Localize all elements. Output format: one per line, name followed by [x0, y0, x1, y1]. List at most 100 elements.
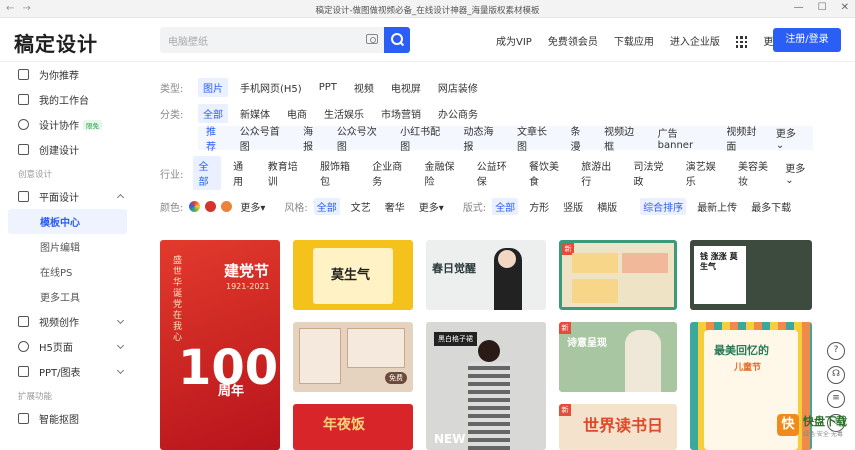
subcategory-option[interactable]: 公众号首图	[236, 123, 293, 153]
vip-link[interactable]: 成为VIP	[496, 33, 532, 48]
help-icon[interactable]: ?	[827, 342, 845, 360]
industry-more-button[interactable]: 更多 ⌄	[785, 160, 813, 186]
style-option[interactable]: 奢华	[382, 198, 408, 215]
type-option[interactable]: 电视屏	[386, 78, 426, 97]
sidebar-sub-more-tools[interactable]: 更多工具	[0, 284, 135, 309]
template-card[interactable]: 新 世界读书日	[559, 404, 677, 450]
subcategory-option[interactable]: 视频封面	[722, 123, 769, 153]
color-swatch[interactable]	[221, 200, 233, 212]
color-wheel-icon[interactable]	[189, 200, 201, 212]
template-card[interactable]: 新 诗意呈现	[559, 322, 677, 392]
minimize-button[interactable]: —	[794, 2, 804, 13]
subcategory-option[interactable]: 公众号次图	[333, 123, 390, 153]
category-option[interactable]: 新媒体	[235, 104, 275, 123]
template-card[interactable]: 春日觉醒	[426, 240, 546, 310]
layout-option[interactable]: 全部	[492, 197, 519, 215]
camera-icon[interactable]	[366, 34, 378, 44]
layout-option[interactable]: 竖版	[560, 198, 586, 215]
color-swatch[interactable]	[205, 200, 217, 212]
template-card[interactable]: 年夜饭	[293, 404, 413, 450]
maximize-button[interactable]: ☐	[818, 2, 827, 13]
template-card[interactable]: 免费	[293, 322, 413, 392]
sidebar-item-cutout[interactable]: 智能抠图	[0, 406, 135, 431]
free-member-link[interactable]: 免费领会员	[548, 33, 598, 48]
industry-option[interactable]: 旅游出行	[576, 156, 621, 190]
enterprise-link[interactable]: 进入企业版	[670, 33, 720, 48]
type-option[interactable]: 视频	[349, 78, 379, 97]
subcategory-more-button[interactable]: 更多 ⌄	[776, 125, 807, 151]
sidebar-sub-image-edit[interactable]: 图片编辑	[0, 234, 135, 259]
new-badge: 新	[559, 404, 571, 416]
industry-option[interactable]: 企业商务	[367, 156, 412, 190]
watermark-subtext: 绿色·安全·无毒	[803, 431, 843, 438]
style-option[interactable]: 文艺	[348, 198, 374, 215]
type-option[interactable]: 图片	[198, 77, 228, 97]
subcategory-option[interactable]: 动态海报	[460, 123, 507, 153]
subcategory-option[interactable]: 海报	[299, 123, 327, 153]
sidebar-item-create[interactable]: 创建设计	[0, 137, 135, 162]
template-card[interactable]: 建党节 1921-2021 盛世华诞 党在我心 100 周年	[160, 240, 280, 450]
sort-option[interactable]: 最新上传	[694, 198, 740, 215]
window-titlebar: ← → 稿定设计-做图做视频必备_在线设计神器_海量版权素材模板 — ☐ ✕	[0, 0, 855, 18]
style-option[interactable]: 全部	[313, 197, 340, 215]
industry-label: 行业:	[160, 169, 184, 181]
more-label: 更多	[240, 202, 261, 214]
layout-option[interactable]: 横版	[594, 198, 620, 215]
sidebar-item-recommend[interactable]: 为你推荐	[0, 62, 135, 87]
color-more-button[interactable]: 更多▾	[237, 198, 268, 215]
sidebar-item-video[interactable]: 视频创作	[0, 309, 135, 334]
sidebar-sub-online-ps[interactable]: 在线PS	[0, 259, 135, 284]
industry-option[interactable]: 金融保险	[419, 156, 464, 190]
subcategory-option[interactable]: 推荐	[202, 123, 230, 153]
style-more-button[interactable]: 更多▾	[416, 198, 447, 215]
industry-option[interactable]: 全部	[193, 156, 222, 190]
subcategory-option[interactable]: 视频边框	[600, 123, 647, 153]
login-button[interactable]: 注册/登录	[773, 28, 841, 52]
subcategory-option[interactable]: 条漫	[566, 123, 594, 153]
logo[interactable]: 稿定设计	[14, 28, 98, 57]
section-extend: 扩展功能	[18, 392, 53, 402]
sidebar-item-graphic[interactable]: 平面设计	[0, 184, 135, 209]
sidebar-sub-template[interactable]: 模板中心	[8, 209, 127, 234]
download-app-link[interactable]: 下载应用	[614, 33, 654, 48]
sidebar-item-h5[interactable]: H5页面	[0, 334, 135, 359]
category-option[interactable]: 生活娱乐	[319, 104, 369, 123]
industry-option[interactable]: 服饰箱包	[315, 156, 360, 190]
type-option[interactable]: 手机网页(H5)	[235, 78, 307, 97]
template-card[interactable]: 新	[559, 240, 677, 310]
layout-option[interactable]: 方形	[526, 198, 552, 215]
industry-option[interactable]: 公益环保	[472, 156, 517, 190]
search-input[interactable]: 电脑壁纸	[160, 27, 384, 53]
sidebar-item-collab[interactable]: 设计协作 限免	[0, 112, 135, 137]
industry-option[interactable]: 美容美妆	[733, 156, 778, 190]
industry-option[interactable]: 演艺娱乐	[681, 156, 726, 190]
sort-option[interactable]: 综合排序	[640, 197, 687, 215]
headset-icon[interactable]: ☊	[827, 366, 845, 384]
subcategory-option[interactable]: 广告banner	[654, 125, 717, 151]
category-option[interactable]: 办公商务	[433, 104, 483, 123]
category-option[interactable]: 全部	[198, 103, 228, 123]
template-card[interactable]: 莫生气	[293, 240, 413, 310]
feedback-icon[interactable]: ≡	[827, 390, 845, 408]
chevron-down-icon	[116, 366, 125, 375]
template-card[interactable]: 钱 涨涨 莫生气	[690, 240, 812, 310]
sidebar-item-workspace[interactable]: 我的工作台	[0, 87, 135, 112]
template-grid: 建党节 1921-2021 盛世华诞 党在我心 100 周年 莫生气 春日觉醒 …	[160, 240, 816, 450]
close-button[interactable]: ✕	[841, 2, 849, 13]
team-icon	[18, 119, 29, 130]
subcategory-option[interactable]: 文章长图	[513, 123, 560, 153]
category-option[interactable]: 电商	[282, 104, 312, 123]
subcategory-option[interactable]: 小红书配图	[396, 123, 453, 153]
industry-option[interactable]: 教育培训	[263, 156, 308, 190]
template-card[interactable]: 黑白格子裙 NEW	[426, 322, 546, 450]
sidebar: 为你推荐 我的工作台 设计协作 限免 创建设计 创意设计 平面设计 模板中心 图片…	[0, 62, 135, 450]
type-option[interactable]: 网店装修	[433, 78, 483, 97]
industry-option[interactable]: 通用	[228, 156, 256, 190]
search-button[interactable]	[384, 27, 410, 53]
industry-option[interactable]: 餐饮美食	[524, 156, 569, 190]
sort-option[interactable]: 最多下载	[748, 198, 794, 215]
category-option[interactable]: 市场营销	[376, 104, 426, 123]
type-option[interactable]: PPT	[314, 80, 342, 95]
industry-option[interactable]: 司法党政	[628, 156, 673, 190]
sidebar-item-ppt[interactable]: PPT/图表	[0, 359, 135, 384]
